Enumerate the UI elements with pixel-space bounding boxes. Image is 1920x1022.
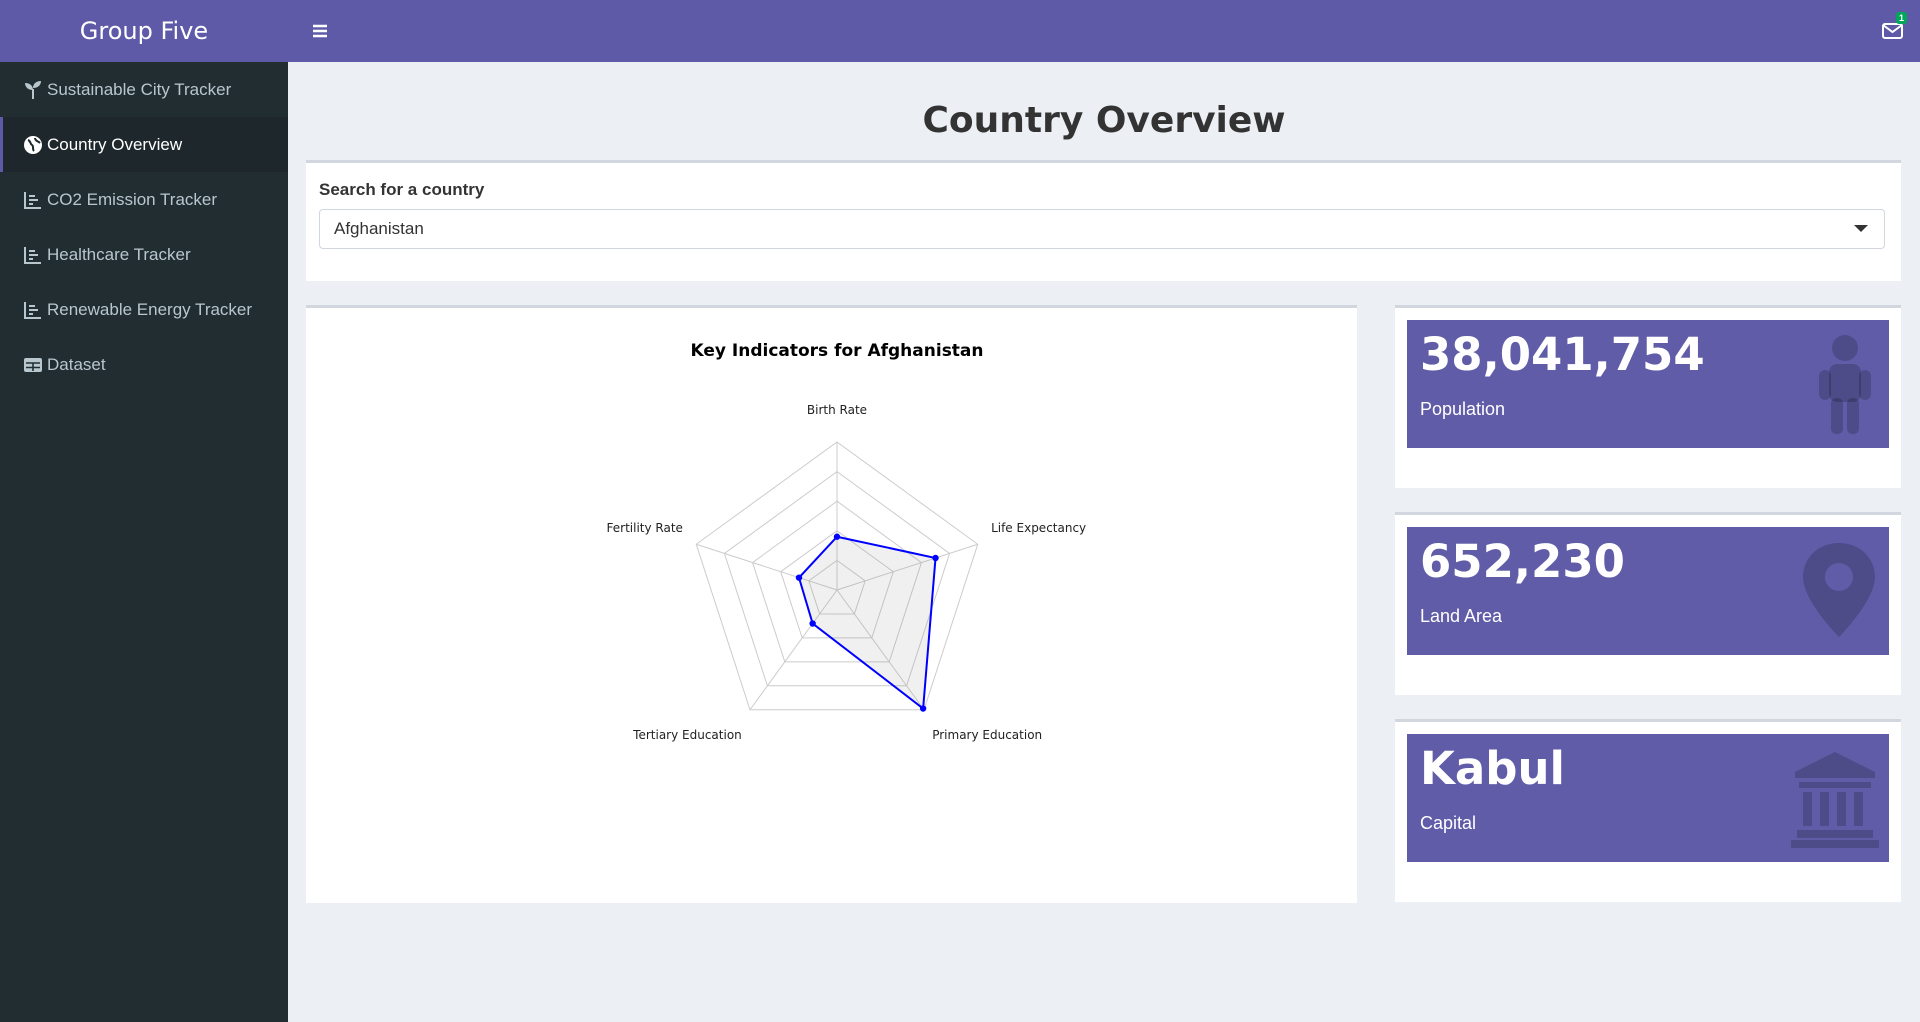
radar-axis-label: Fertility Rate (607, 521, 683, 535)
seedling-icon (25, 80, 41, 99)
sidebar: Group Five Sustainable City Tracker Coun… (0, 0, 288, 1022)
chart-panel: Key Indicators for Afghanistan Birth Rate… (306, 305, 1357, 903)
chevron-down-icon[interactable] (1854, 225, 1868, 232)
sidebar-item-label: Country Overview (47, 134, 183, 154)
land-area-panel: 652,230 Land Area (1395, 512, 1901, 695)
hamburger-icon[interactable] (306, 17, 334, 45)
radar-chart: Key Indicators for Afghanistan Birth Rate… (607, 341, 1087, 742)
population-tile: 38,041,754 Population (1407, 320, 1889, 448)
brand-logo[interactable]: Group Five (0, 0, 288, 62)
land-area-value: 652,230 (1420, 535, 1625, 588)
land-area-tile: 652,230 Land Area (1407, 527, 1889, 655)
country-select[interactable]: Afghanistan (319, 209, 1885, 249)
radar-data-point (919, 705, 927, 712)
radar-series-line (797, 535, 937, 711)
page-title: Country Overview (922, 100, 1286, 141)
sidebar-item-sustainable-city-tracker[interactable]: Sustainable City Tracker (0, 62, 288, 117)
radar-data-point (833, 533, 841, 540)
capital-tile: Kabul Capital (1407, 734, 1889, 862)
capital-value: Kabul (1420, 742, 1565, 795)
child-icon (1819, 335, 1871, 434)
radar-data-point (809, 620, 816, 627)
sidebar-item-label: Renewable Energy Tracker (47, 299, 253, 319)
sidebar-menu: Sustainable City Tracker Country Overvie… (0, 62, 288, 392)
sidebar-item-country-overview[interactable]: Country Overview (0, 117, 288, 172)
radar-axis-label: Tertiary Education (632, 728, 742, 742)
search-label: Search for a country (319, 180, 485, 199)
radar-axis-label: Birth Rate (807, 403, 867, 417)
capital-label: Capital (1420, 813, 1477, 833)
population-panel: 38,041,754 Population (1395, 305, 1901, 488)
line-chart-icon (24, 301, 41, 319)
search-panel: Search for a country Afghanistan (306, 160, 1901, 281)
radar-axis-label: Primary Education (932, 728, 1042, 742)
map-marker-icon (1803, 543, 1875, 637)
radar-data-point (795, 574, 803, 581)
land-area-label: Land Area (1420, 606, 1503, 626)
sidebar-item-dataset[interactable]: Dataset (0, 337, 288, 392)
sidebar-item-label: Healthcare Tracker (47, 244, 191, 264)
sidebar-item-label: Sustainable City Tracker (47, 79, 232, 99)
population-label: Population (1420, 399, 1506, 419)
capital-panel: Kabul Capital (1395, 719, 1901, 902)
line-chart-icon (24, 246, 41, 264)
sidebar-item-renewable-energy-tracker[interactable]: Renewable Energy Tracker (0, 282, 288, 337)
table-icon (24, 357, 42, 372)
university-icon (1791, 752, 1879, 848)
sidebar-item-healthcare-tracker[interactable]: Healthcare Tracker (0, 227, 288, 282)
notification-badge: 1 (1896, 12, 1908, 24)
sidebar-item-label: CO2 Emission Tracker (47, 189, 218, 209)
radar-data-point (932, 554, 939, 562)
radar-axis-label: Life Expectancy (991, 521, 1086, 535)
top-navbar: 1 (288, 0, 1920, 62)
population-value: 38,041,754 (1420, 328, 1705, 381)
line-chart-icon (24, 191, 41, 209)
globe-icon (24, 135, 42, 154)
chart-title: Key Indicators for Afghanistan (690, 341, 983, 361)
country-select-value: Afghanistan (334, 219, 424, 238)
sidebar-item-co2-emission-tracker[interactable]: CO2 Emission Tracker (0, 172, 288, 227)
sidebar-item-label: Dataset (47, 354, 106, 374)
